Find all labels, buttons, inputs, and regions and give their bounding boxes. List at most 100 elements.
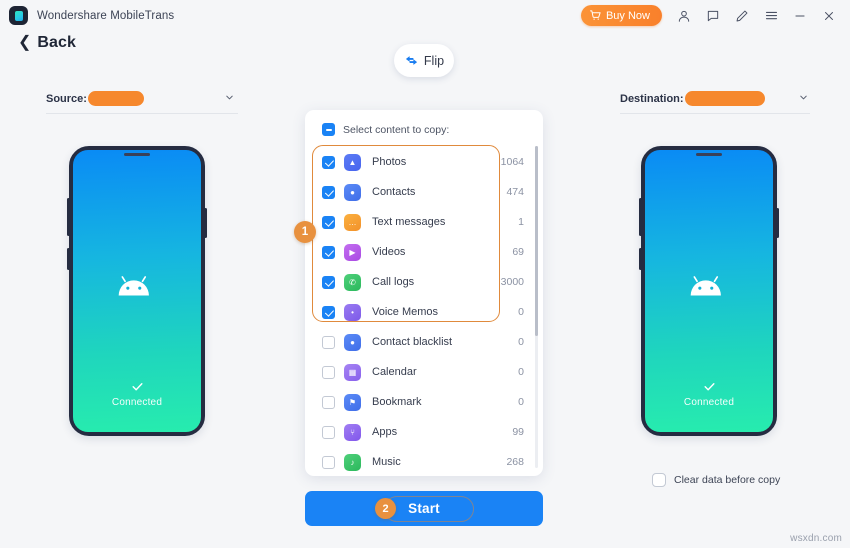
content-list-scrollbar-thumb[interactable] [535, 146, 538, 336]
android-robot-icon [690, 276, 721, 296]
content-checkbox[interactable] [322, 185, 335, 199]
content-checkbox[interactable] [322, 365, 335, 379]
buy-now-label: Buy Now [605, 9, 650, 22]
content-checkbox[interactable] [322, 215, 335, 229]
app-title: Wondershare MobileTrans [37, 9, 175, 22]
content-row[interactable]: ✆ Call logs 3000 [305, 267, 543, 297]
chat-bubble-icon[interactable] [700, 3, 726, 29]
blacklist-icon: ● [344, 333, 361, 351]
source-phone-screen: Connected [73, 150, 201, 432]
content-list: ▲ Photos 1064 ● Contacts 474… Text messages 1 ▶ V… [305, 147, 543, 476]
calllogs-icon: ✆ [344, 273, 361, 291]
content-count: 69 [512, 246, 524, 258]
content-row[interactable]: ⚑ Bookmark 0 [305, 387, 543, 417]
content-checkbox[interactable] [322, 275, 335, 289]
content-row[interactable]: ▲ Photos 1064 [305, 147, 543, 177]
select-all-label: Select content to copy: [343, 123, 450, 136]
content-checkbox[interactable] [322, 155, 335, 169]
phone-side-button [67, 248, 70, 270]
content-checkbox[interactable] [322, 425, 335, 439]
android-robot-icon [118, 276, 149, 296]
content-checkbox[interactable] [322, 335, 335, 349]
minimize-icon[interactable] [787, 3, 813, 29]
content-count: 0 [518, 396, 524, 408]
start-button[interactable]: Start [305, 491, 543, 526]
phone-side-button [204, 208, 207, 238]
contacts-icon: ● [344, 183, 361, 201]
content-label: Videos [372, 246, 406, 258]
source-connection-status: Connected [73, 380, 201, 408]
clear-data-option[interactable]: Clear data before copy [652, 473, 780, 487]
account-person-icon[interactable] [671, 3, 697, 29]
content-checkbox[interactable] [322, 395, 335, 409]
content-selection-panel: Select content to copy: ▲ Photos 1064 ● Cont… [305, 110, 543, 476]
content-row[interactable]: … Text messages 1 [305, 207, 543, 237]
sms-icon: … [344, 213, 361, 231]
flip-button[interactable]: Flip [394, 44, 454, 77]
close-icon[interactable] [816, 3, 842, 29]
buy-now-button[interactable]: Buy Now [580, 5, 662, 26]
content-count: 0 [518, 366, 524, 378]
source-status-label: Connected [111, 397, 163, 408]
content-checkbox[interactable] [322, 305, 335, 319]
annotation-badge-2: 2 [375, 498, 396, 519]
content-label: Text messages [372, 216, 446, 228]
source-selector[interactable]: Source: [46, 91, 144, 106]
destination-label: Destination: [620, 92, 684, 105]
title-bar: Wondershare MobileTrans Buy Now [0, 0, 850, 31]
content-count: 0 [518, 306, 524, 318]
content-label: Apps [372, 426, 398, 438]
bookmark-icon: ⚑ [344, 393, 361, 411]
content-label: Voice Memos [372, 306, 439, 318]
destination-selector[interactable]: Destination: [620, 91, 765, 106]
source-phone-preview: Connected [67, 146, 207, 436]
content-checkbox[interactable] [322, 245, 335, 259]
apps-icon: ⑂ [344, 423, 361, 441]
content-row[interactable]: ● Contacts 474 [305, 177, 543, 207]
content-row[interactable]: ♪ Music 268 [305, 447, 543, 476]
content-label: Photos [372, 156, 407, 168]
content-row[interactable]: ⑂ Apps 99 [305, 417, 543, 447]
content-label: Contact blacklist [372, 336, 453, 348]
flip-label: Flip [423, 53, 445, 68]
clear-data-checkbox[interactable] [652, 473, 666, 487]
content-list-scrollbar[interactable] [535, 146, 538, 468]
voicememo-icon: • [344, 303, 361, 321]
annotation-badge-1: 1 [294, 221, 316, 243]
content-label: Music [372, 456, 401, 468]
content-row[interactable]: ▦ Calendar 0 [305, 357, 543, 387]
content-count: 99 [512, 426, 524, 438]
select-all-checkbox[interactable] [322, 123, 335, 136]
hamburger-menu-icon[interactable] [758, 3, 784, 29]
destination-device-name-redacted [684, 91, 765, 106]
content-row[interactable]: ▶ Videos 69 [305, 237, 543, 267]
content-checkbox[interactable] [322, 455, 335, 469]
phone-side-button [67, 198, 70, 236]
content-row[interactable]: • Voice Memos 0 [305, 297, 543, 327]
check-icon [703, 383, 715, 391]
select-all-row[interactable]: Select content to copy: [305, 110, 543, 147]
check-icon [131, 383, 143, 391]
content-label: Bookmark [372, 396, 422, 408]
flip-arrows-icon [405, 56, 418, 65]
window-controls: Buy Now [580, 0, 842, 31]
source-underline [46, 113, 238, 114]
pen-edit-icon[interactable] [729, 3, 755, 29]
content-label: Contacts [372, 186, 416, 198]
back-button[interactable]: ❮ Back [18, 34, 76, 52]
content-row[interactable]: ● Contact blacklist 0 [305, 327, 543, 357]
source-label: Source: [46, 92, 87, 105]
content-label: Call logs [372, 276, 415, 288]
content-label: Calendar [372, 366, 417, 378]
chevron-left-icon: ❮ [18, 34, 32, 51]
source-chevron-down-icon[interactable] [224, 92, 235, 103]
destination-phone-screen: Connected [645, 150, 773, 432]
calendar-icon: ▦ [344, 363, 361, 381]
photos-icon: ▲ [344, 153, 361, 171]
videos-icon: ▶ [344, 243, 361, 261]
destination-status-label: Connected [683, 397, 735, 408]
phone-side-button [776, 208, 779, 238]
destination-chevron-down-icon[interactable] [798, 92, 809, 103]
clear-data-label: Clear data before copy [674, 474, 781, 486]
phone-side-button [639, 198, 642, 236]
